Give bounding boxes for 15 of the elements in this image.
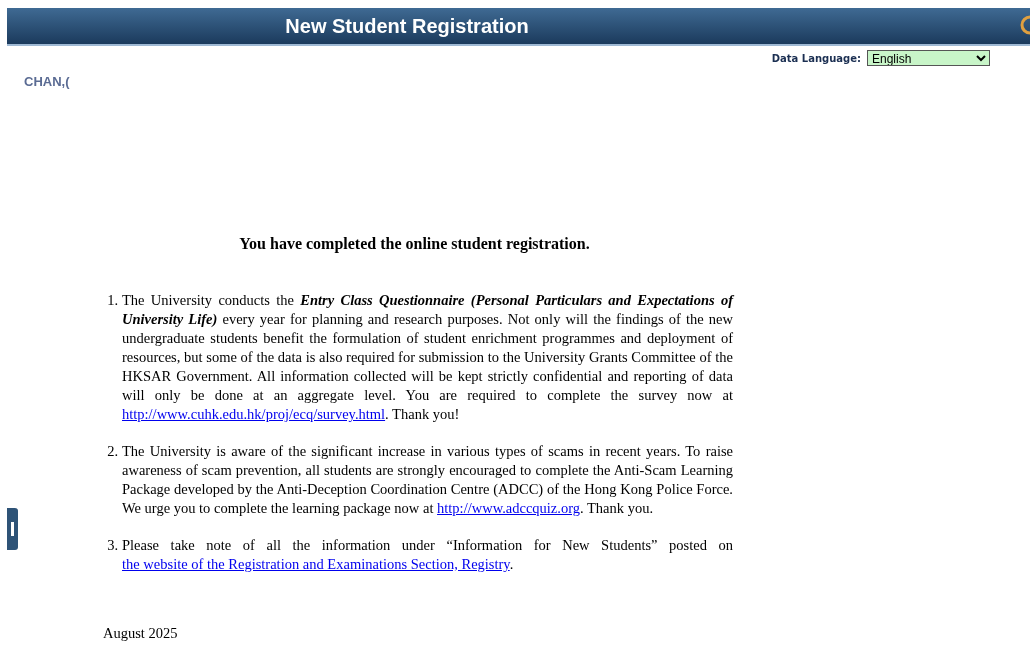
date-text: August 2025 [103,624,179,643]
page-title: New Student Registration [284,14,530,38]
notice-paragraph: The University is aware of the significant increase in various types of scams in recent years. To raise awareness of scam prevention, all students are strongly encouraged to complete the Anti-Scam Learning Package developed by the Anti-Deception Coordination Centre (ADCC) of the Hong Kong Police Force. We urge you to complete the learning package now at http://www.adccquiz.org. Thank you. [122,442,733,518]
language-select[interactable]: English [867,50,990,66]
notice-paragraph: The University conducts the Entry Class Questionnaire (Personal Particulars and Expectations of University Life) every year for planning and research purposes. Not only will the findings of the new undergraduate students benefit the formulation of student enrichment programmes and deployment of resources, but some of the data is also required for submission to the University Grants Committee of the HKSAR Government. All information collected will be kept strictly confidential and reporting of data will only be done at an aggregate level. You are required to complete the survey now at http://www.cuhk.edu.hk/proj/ecq/survey.html. Thank you! [122,291,733,424]
item-number: 2. [106,442,119,461]
link[interactable]: the website of the Registration and Examinations Section, Registry [122,556,510,572]
item-number: 3. [106,536,119,555]
item-number: 1. [106,291,119,310]
language-label: Data Language: [771,52,861,64]
notice-paragraph: Please take note of all the information under “Information for New Students” posted on the website of the Registration and Examinations Section, Registry. [122,536,733,574]
completion-heading: You have completed the online student registration. [238,234,591,253]
side-tab[interactable] [7,508,18,550]
link[interactable]: http://www.adccquiz.org [437,500,580,516]
user-name: CHAN,( [24,74,71,89]
